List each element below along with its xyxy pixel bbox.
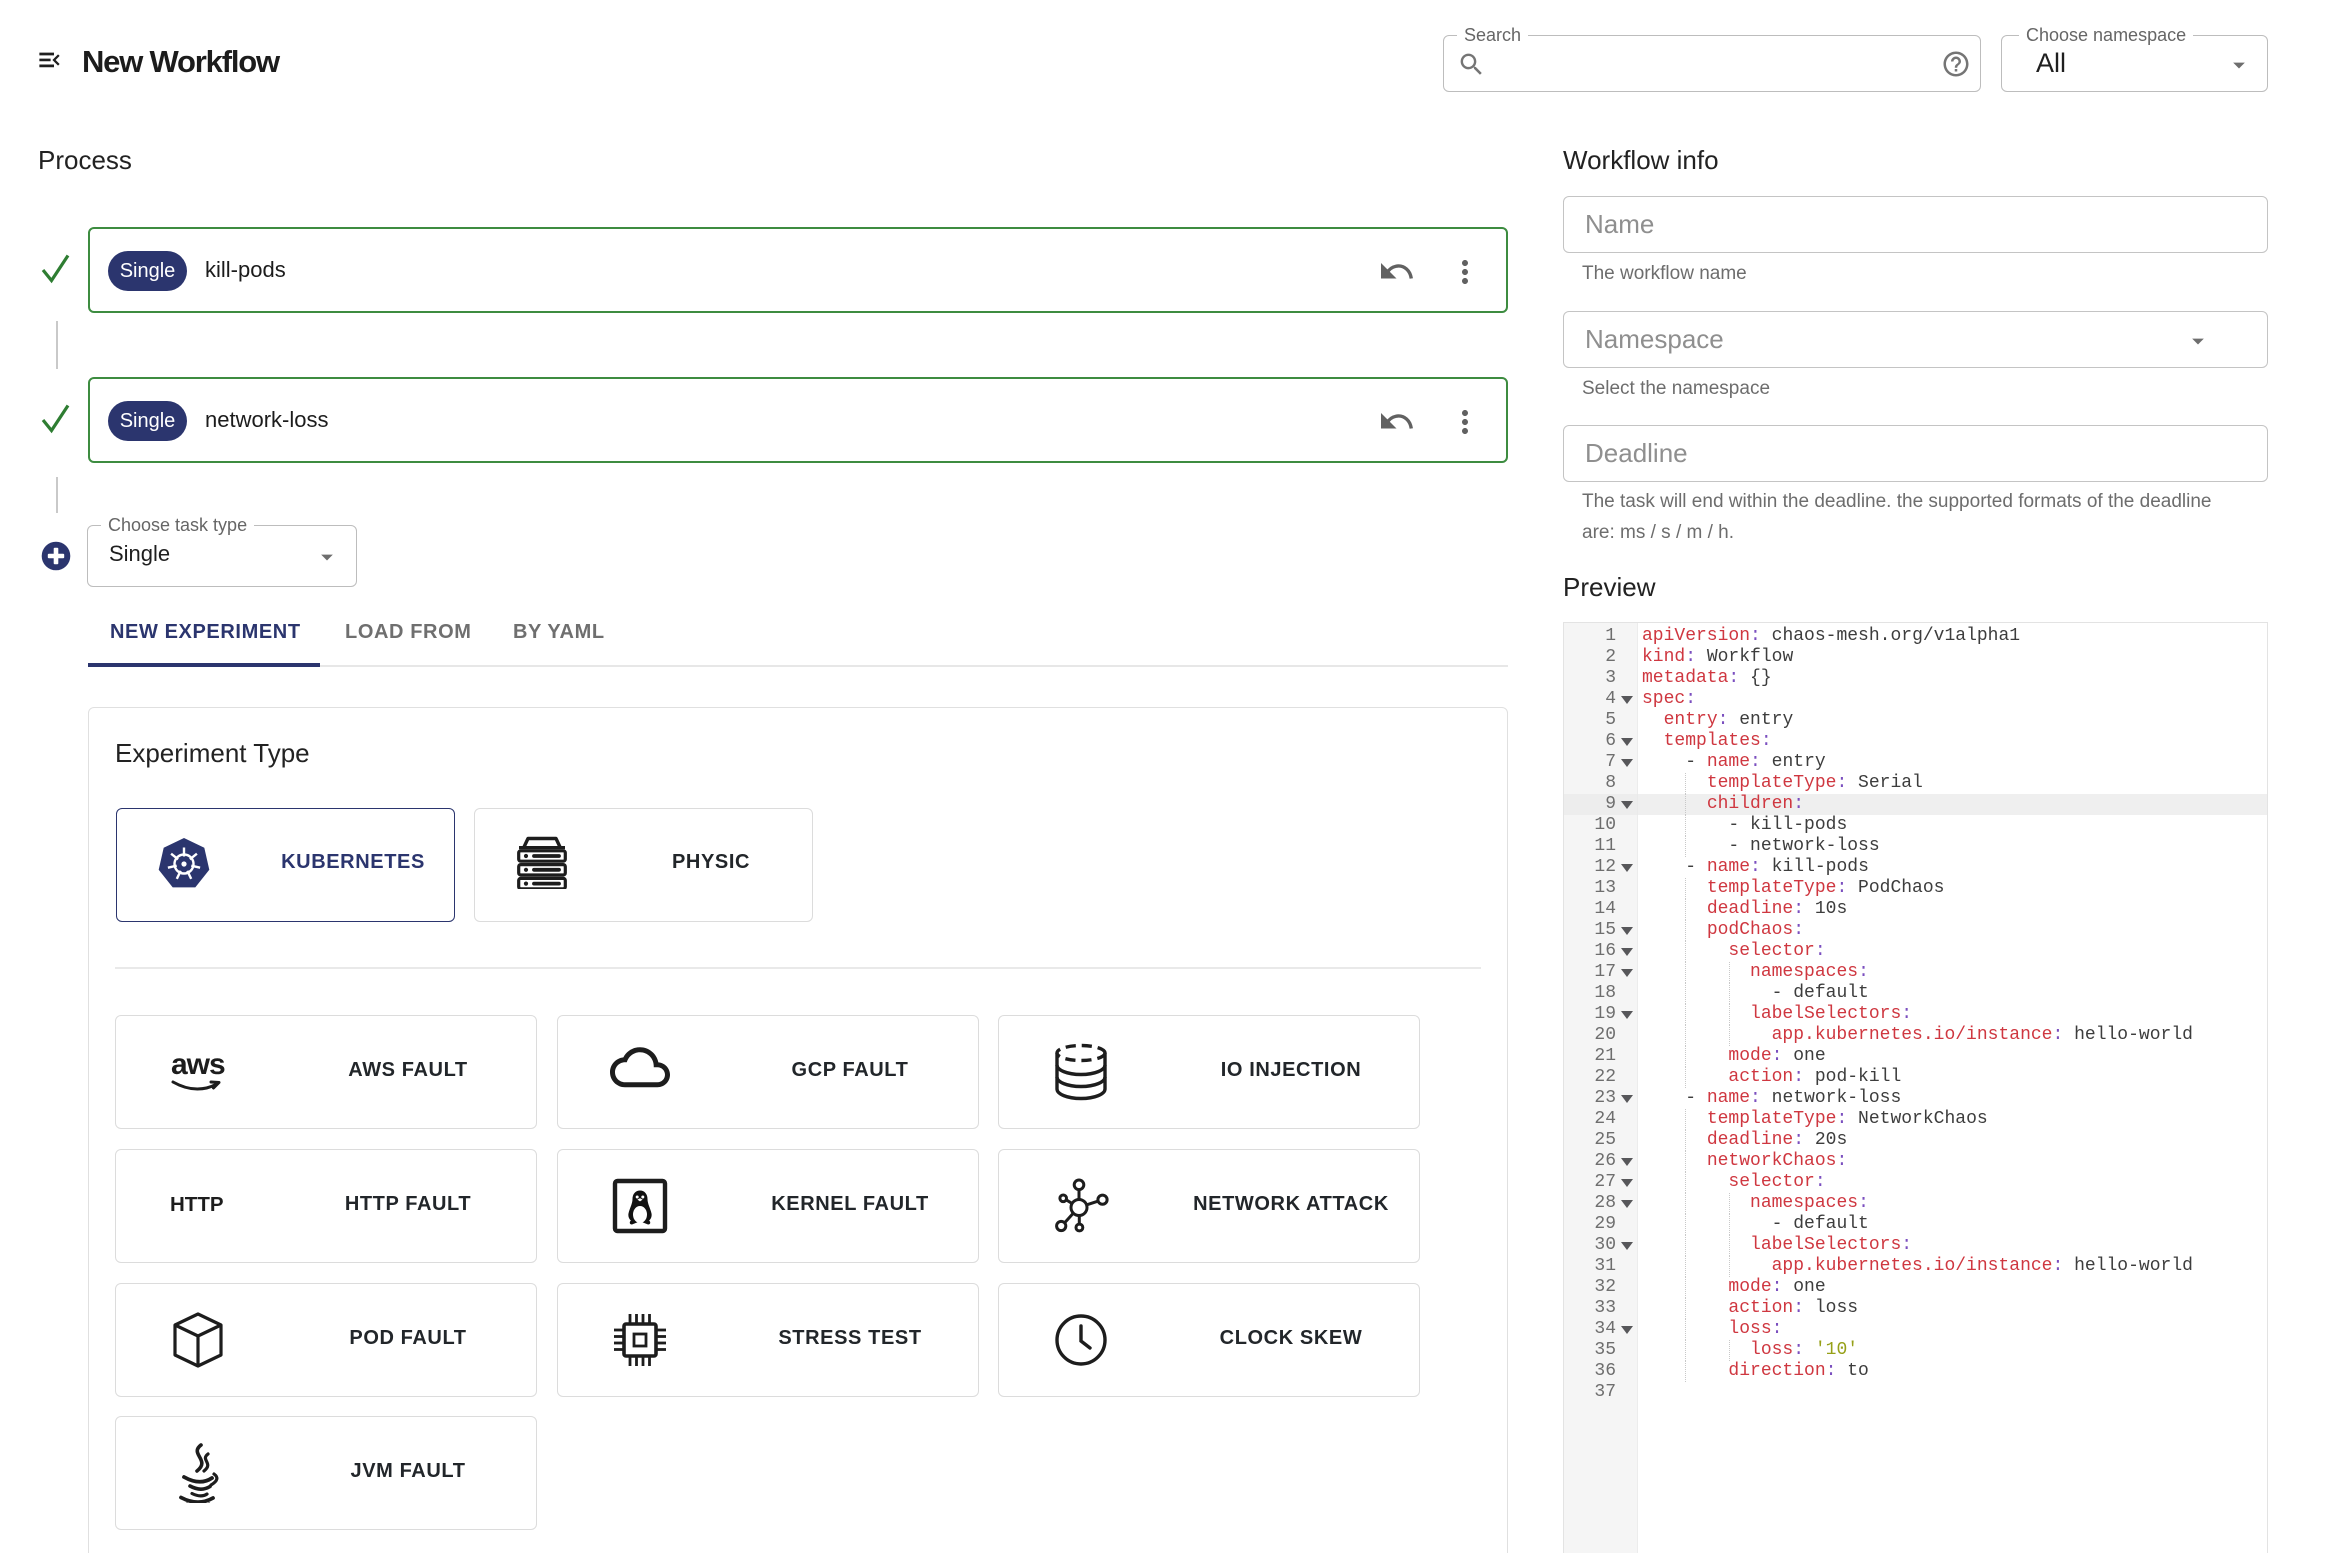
svg-text:aws: aws (171, 1048, 225, 1081)
svg-text:HTTP: HTTP (170, 1193, 224, 1216)
